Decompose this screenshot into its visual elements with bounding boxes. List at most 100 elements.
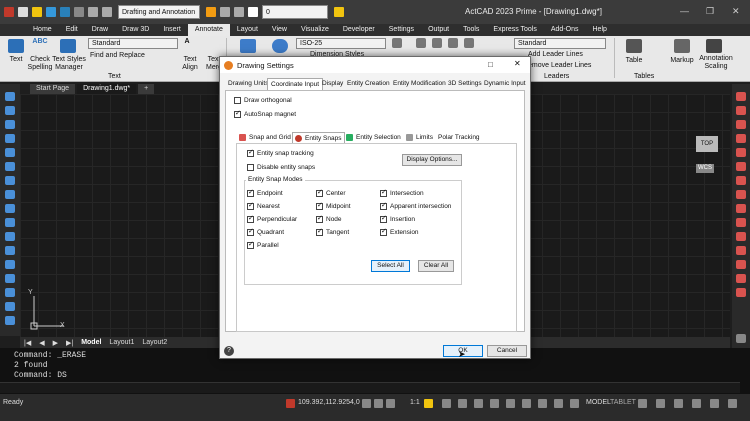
copy-tool-icon[interactable] (736, 106, 746, 115)
region-tool-icon[interactable] (5, 218, 15, 227)
tab-draw[interactable]: Draw (85, 24, 115, 36)
prev-layout-icon[interactable]: ◀ (35, 339, 48, 347)
tablet-toggle[interactable]: TABLET (610, 399, 636, 406)
dim-tool-icon[interactable] (432, 38, 442, 48)
extend-tool-icon[interactable] (736, 232, 746, 241)
markup-button[interactable]: Markup (668, 57, 696, 65)
tab-coordinate-input[interactable]: Coordinate Input (267, 78, 324, 90)
circle-tool-icon[interactable] (5, 134, 15, 143)
disable-entity-snaps-checkbox[interactable]: Disable entity snaps (247, 164, 315, 171)
new-tab-plus-icon[interactable]: + (138, 84, 155, 94)
erase-tool-icon[interactable] (736, 92, 746, 101)
annotation-scaling-icon[interactable] (706, 39, 722, 53)
open-folder-icon[interactable] (32, 7, 42, 17)
layer-lock-icon[interactable] (234, 7, 244, 17)
snap-perpendicular-checkbox[interactable]: Perpendicular (247, 214, 297, 223)
tab-output[interactable]: Output (421, 24, 456, 36)
clear-all-button[interactable]: Clear All (418, 260, 454, 272)
polygon-tool-icon[interactable] (5, 162, 15, 171)
tab-express-tools[interactable]: Express Tools (486, 24, 543, 36)
draw-orthogonal-checkbox[interactable]: Draw orthogonal (234, 97, 292, 104)
viewcube-top[interactable]: TOP (696, 136, 718, 152)
save-icon[interactable] (46, 7, 56, 17)
layer-sun-icon[interactable] (220, 7, 230, 17)
rotate-tool-icon[interactable] (736, 176, 746, 185)
isolate-icon[interactable] (570, 399, 579, 408)
status-record-icon[interactable] (286, 399, 295, 408)
select-all-button[interactable]: Select All (371, 260, 410, 272)
subtab-snap-and-grid[interactable]: Snap and Grid (237, 132, 293, 143)
explode-tool-icon[interactable] (736, 288, 746, 297)
polar-icon[interactable] (442, 399, 451, 408)
cancel-button[interactable]: Cancel (487, 345, 527, 357)
text-align-button[interactable]: Text Align (180, 56, 200, 72)
minimize-button[interactable]: — (680, 6, 689, 16)
layer-lightbulb-icon[interactable] (206, 7, 216, 17)
text-styles-manager-button[interactable]: Text Styles Manager (52, 56, 86, 72)
customize-icon[interactable] (710, 399, 719, 408)
close-window-button[interactable]: ✕ (732, 6, 740, 17)
subtab-limits[interactable]: Limits (404, 132, 435, 143)
offset-tool-icon[interactable] (736, 134, 746, 143)
tab-layout1[interactable]: Layout1 (105, 339, 138, 346)
table-tool-icon[interactable] (5, 232, 15, 241)
snap-intersection-checkbox[interactable]: Intersection (380, 188, 424, 197)
dim-tool-icon[interactable] (464, 38, 474, 48)
entity-snap-tracking-checkbox[interactable]: Entity snap tracking (247, 148, 314, 157)
snap-parallel-checkbox[interactable]: Parallel (247, 240, 279, 249)
dialog-restore-icon[interactable]: □ (488, 60, 493, 69)
tab-edit[interactable]: Edit (59, 24, 85, 36)
text-tool-icon[interactable] (5, 288, 15, 297)
dialog-close-button[interactable]: ✕ (514, 59, 521, 68)
workspace-select[interactable]: Drafting and Annotation (118, 5, 200, 19)
wcs-button[interactable]: WCS (696, 164, 714, 173)
dim-tool-icon[interactable] (448, 38, 458, 48)
print-icon[interactable] (74, 7, 84, 17)
chamfer-tool-icon[interactable] (736, 260, 746, 269)
last-layout-icon[interactable]: ▶| (62, 339, 77, 347)
tab-3d-settings[interactable]: 3D Settings (445, 78, 485, 90)
text-icon[interactable] (8, 39, 24, 53)
snap-apparent-intersection-checkbox[interactable]: Apparent intersection (380, 201, 451, 210)
esnap-icon[interactable] (458, 399, 467, 408)
layer-select[interactable]: 0 (262, 5, 328, 19)
move-tool-icon[interactable] (736, 162, 746, 171)
tab-help[interactable]: Help (586, 24, 614, 36)
point-tool-icon[interactable] (5, 246, 15, 255)
quick-props-icon[interactable] (554, 399, 563, 408)
tab-model[interactable]: Model (77, 339, 105, 346)
tab-draw-3d[interactable]: Draw 3D (115, 24, 156, 36)
break-tool-icon[interactable] (736, 246, 746, 255)
table-button[interactable]: Table (622, 57, 646, 65)
stretch-tool-icon[interactable] (736, 204, 746, 213)
line-tool-icon[interactable] (5, 92, 15, 101)
tab-display[interactable]: Display (319, 78, 346, 90)
radius-dimension-icon[interactable] (272, 39, 288, 53)
clean-screen-icon[interactable] (692, 399, 701, 408)
text-button[interactable]: Text (6, 56, 26, 64)
arc-tool-icon[interactable] (5, 120, 15, 129)
layer-color-icon[interactable] (248, 7, 258, 17)
snap-node-checkbox[interactable]: Node (316, 214, 342, 223)
dimension-tool-icon[interactable] (5, 316, 15, 325)
annotation-scaling-button[interactable]: Annotation Scaling (698, 55, 734, 71)
hatch-tool-icon[interactable] (5, 204, 15, 213)
snap-tangent-checkbox[interactable]: Tangent (316, 227, 349, 236)
new-file-icon[interactable] (18, 7, 28, 17)
array-tool-icon[interactable] (736, 148, 746, 157)
scroll-icon[interactable] (736, 334, 746, 343)
tab-home[interactable]: Home (26, 24, 59, 36)
dimension-icon[interactable] (240, 39, 256, 53)
subtab-entity-selection[interactable]: Entity Selection (344, 132, 403, 143)
tab-entity-modification[interactable]: Entity Modification (390, 78, 449, 90)
ellipse-tool-icon[interactable] (5, 176, 15, 185)
first-layout-icon[interactable]: |◀ (20, 339, 35, 347)
grid-icon[interactable] (374, 399, 383, 408)
add-leader-lines-button[interactable]: Add Leader Lines (528, 51, 608, 59)
redo-icon[interactable] (102, 7, 112, 17)
dialog-title-bar[interactable]: Drawing Settings □ ✕ (220, 57, 530, 73)
snap-quadrant-checkbox[interactable]: Quadrant (247, 227, 284, 236)
rectangle-tool-icon[interactable] (5, 148, 15, 157)
text-align-icon[interactable]: A (180, 38, 194, 46)
tab-developer[interactable]: Developer (336, 24, 382, 36)
